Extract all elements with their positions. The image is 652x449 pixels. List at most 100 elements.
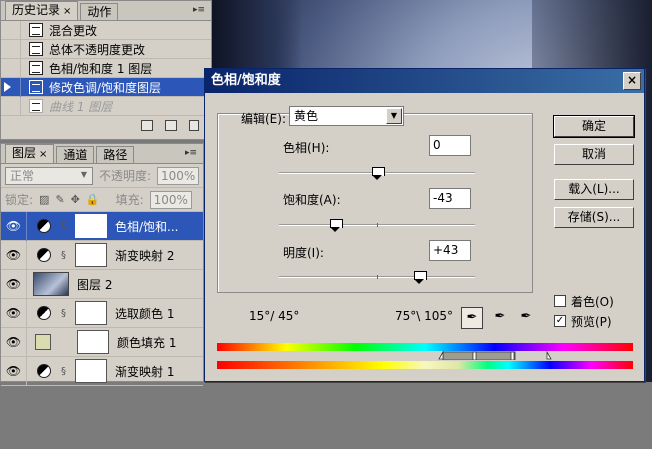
eyedropper-minus-icon[interactable]: ✒ <box>515 307 537 329</box>
saturation-slider-thumb[interactable] <box>329 219 343 232</box>
history-state-icon <box>29 42 43 56</box>
history-state-icon <box>29 23 43 37</box>
link-chain-icon[interactable]: § <box>61 308 71 319</box>
adjustment-layer-icon <box>37 219 51 233</box>
layers-palette: 图层 × 通道 路径 ▸≡ 正常 ▼ 不透明度: 100% 锁定: ▨ ✎ ✥ 🔒 … <box>0 143 204 386</box>
layer-name: 选取颜色 1 <box>115 306 175 321</box>
slider-center-tick <box>377 275 378 279</box>
layer-row[interactable]: 👁 § 渐变映射 2 <box>1 240 203 270</box>
history-source-checkbox[interactable] <box>1 77 21 97</box>
palette-menu-icon[interactable]: ▸≡ <box>185 148 197 158</box>
hue-input[interactable]: 0 <box>429 135 471 156</box>
layer-name: 渐变映射 1 <box>115 364 175 379</box>
history-palette: 历史记录 × 动作 ▸≡ 混合更改 总体不透明度更改 色相/饱和度 1 图层 修改… <box>0 0 212 140</box>
history-tabbar: 历史记录 × 动作 ▸≡ <box>1 1 211 21</box>
layer-row[interactable]: 👁 § 渐变映射 1 <box>1 356 203 386</box>
lock-transparency-icon[interactable]: ▨ <box>39 193 49 206</box>
opacity-field[interactable]: 100% <box>157 166 199 185</box>
tab-layers[interactable]: 图层 × <box>5 144 55 163</box>
chevron-down-icon: ▼ <box>80 169 88 179</box>
eye-icon[interactable]: 👁 <box>1 356 27 386</box>
lock-all-icon[interactable]: 🔒 <box>86 193 100 206</box>
history-item[interactable]: 混合更改 <box>1 20 211 40</box>
tab-history[interactable]: 历史记录 × <box>5 1 79 20</box>
hue-label: 色相(H): <box>283 141 330 155</box>
layer-mask-thumbnail[interactable] <box>75 301 107 325</box>
layer-row[interactable]: 👁 § 选取颜色 1 <box>1 298 203 328</box>
history-source-checkbox[interactable] <box>1 39 21 59</box>
lock-label: 锁定: <box>5 193 34 207</box>
eye-icon[interactable]: 👁 <box>1 298 27 328</box>
workspace-background <box>0 382 652 449</box>
preview-checkbox[interactable]: ✓ <box>554 315 566 327</box>
trash-icon[interactable] <box>189 119 199 131</box>
link-chain-icon[interactable]: § <box>61 250 71 261</box>
edit-label: 编辑(E): <box>241 112 286 126</box>
palette-menu-icon[interactable]: ▸≡ <box>193 5 205 15</box>
fill-color-swatch[interactable] <box>35 334 51 350</box>
color-range-slider[interactable] <box>217 350 633 360</box>
eye-icon[interactable]: 👁 <box>1 240 27 270</box>
ok-button[interactable]: 确定 <box>553 115 635 138</box>
link-chain-icon[interactable]: § <box>61 221 71 232</box>
eyedropper-plus-icon[interactable]: ✒ <box>489 307 511 329</box>
layer-thumbnail[interactable] <box>33 272 69 296</box>
fill-field[interactable]: 100% <box>149 190 192 209</box>
dialog-title: 色相/饱和度 <box>211 73 281 88</box>
saturation-input[interactable]: -43 <box>429 188 471 209</box>
close-icon[interactable]: × <box>63 6 71 17</box>
lock-image-icon[interactable]: ✎ <box>55 193 64 206</box>
lightness-input[interactable]: +43 <box>429 240 471 261</box>
history-source-checkbox[interactable] <box>1 58 21 78</box>
history-item-selected[interactable]: 修改色调/饱和度图层 <box>1 77 211 97</box>
layer-name: 颜色填充 1 <box>117 335 177 350</box>
save-button[interactable]: 存储(S)... <box>554 207 634 228</box>
tab-actions[interactable]: 动作 <box>80 3 119 20</box>
layer-mask-thumbnail[interactable] <box>75 359 107 383</box>
history-state-icon <box>29 99 43 113</box>
settings-group <box>217 113 533 293</box>
layer-row[interactable]: 👁 § 色相/饱和... <box>1 211 203 241</box>
layer-name: 渐变映射 2 <box>115 248 175 263</box>
lightness-slider-thumb[interactable] <box>414 271 428 284</box>
history-item-label: 曲线 1 图层 <box>49 99 113 114</box>
new-document-from-state-icon[interactable] <box>141 119 153 131</box>
edit-range-select[interactable]: 黄色 ▼ <box>289 106 404 126</box>
tab-channels[interactable]: 通道 <box>56 146 95 163</box>
dialog-titlebar[interactable]: 色相/饱和度 × <box>205 69 644 93</box>
lock-toolbar: 锁定: ▨ ✎ ✥ 🔒 填充: 100% <box>1 188 203 212</box>
eye-icon[interactable]: 👁 <box>1 327 27 357</box>
output-color-bar <box>217 361 633 369</box>
tab-paths[interactable]: 路径 <box>96 146 135 163</box>
history-source-checkbox[interactable] <box>1 20 21 40</box>
eye-icon[interactable]: 👁 <box>1 211 27 241</box>
history-item[interactable]: 色相/饱和度 1 图层 <box>1 58 211 78</box>
preview-label: 预览(P) <box>571 315 612 329</box>
lock-position-icon[interactable]: ✥ <box>71 193 80 206</box>
layer-mask-thumbnail[interactable] <box>75 214 107 238</box>
eye-icon[interactable]: 👁 <box>1 269 27 299</box>
adjustment-layer-icon <box>37 306 51 320</box>
slider-center-tick <box>377 223 378 227</box>
close-icon[interactable]: × <box>39 149 47 160</box>
link-chain-icon[interactable]: § <box>61 366 71 377</box>
layer-name: 图层 2 <box>77 277 113 292</box>
eyedropper-icon[interactable]: ✒ <box>461 307 483 329</box>
load-button[interactable]: 载入(L)... <box>554 179 634 200</box>
blend-mode-select[interactable]: 正常 ▼ <box>5 166 93 185</box>
layer-mask-thumbnail[interactable] <box>75 243 107 267</box>
history-item-label: 混合更改 <box>49 23 98 38</box>
cancel-button[interactable]: 取消 <box>554 144 634 165</box>
history-item-label: 色相/饱和度 1 图层 <box>49 61 153 76</box>
colorize-checkbox[interactable] <box>554 295 566 307</box>
history-item[interactable]: 总体不透明度更改 <box>1 39 211 59</box>
layer-mask-thumbnail[interactable] <box>77 330 109 354</box>
history-source-checkbox[interactable] <box>1 96 21 116</box>
new-snapshot-icon[interactable] <box>165 119 177 131</box>
close-icon[interactable]: × <box>623 72 641 90</box>
hue-slider-thumb[interactable] <box>372 167 385 180</box>
colorize-label: 着色(O) <box>571 295 614 309</box>
history-item-disabled[interactable]: 曲线 1 图层 <box>1 96 211 116</box>
layer-row[interactable]: 👁 颜色填充 1 <box>1 327 203 357</box>
layer-row[interactable]: 👁 图层 2 <box>1 269 203 299</box>
